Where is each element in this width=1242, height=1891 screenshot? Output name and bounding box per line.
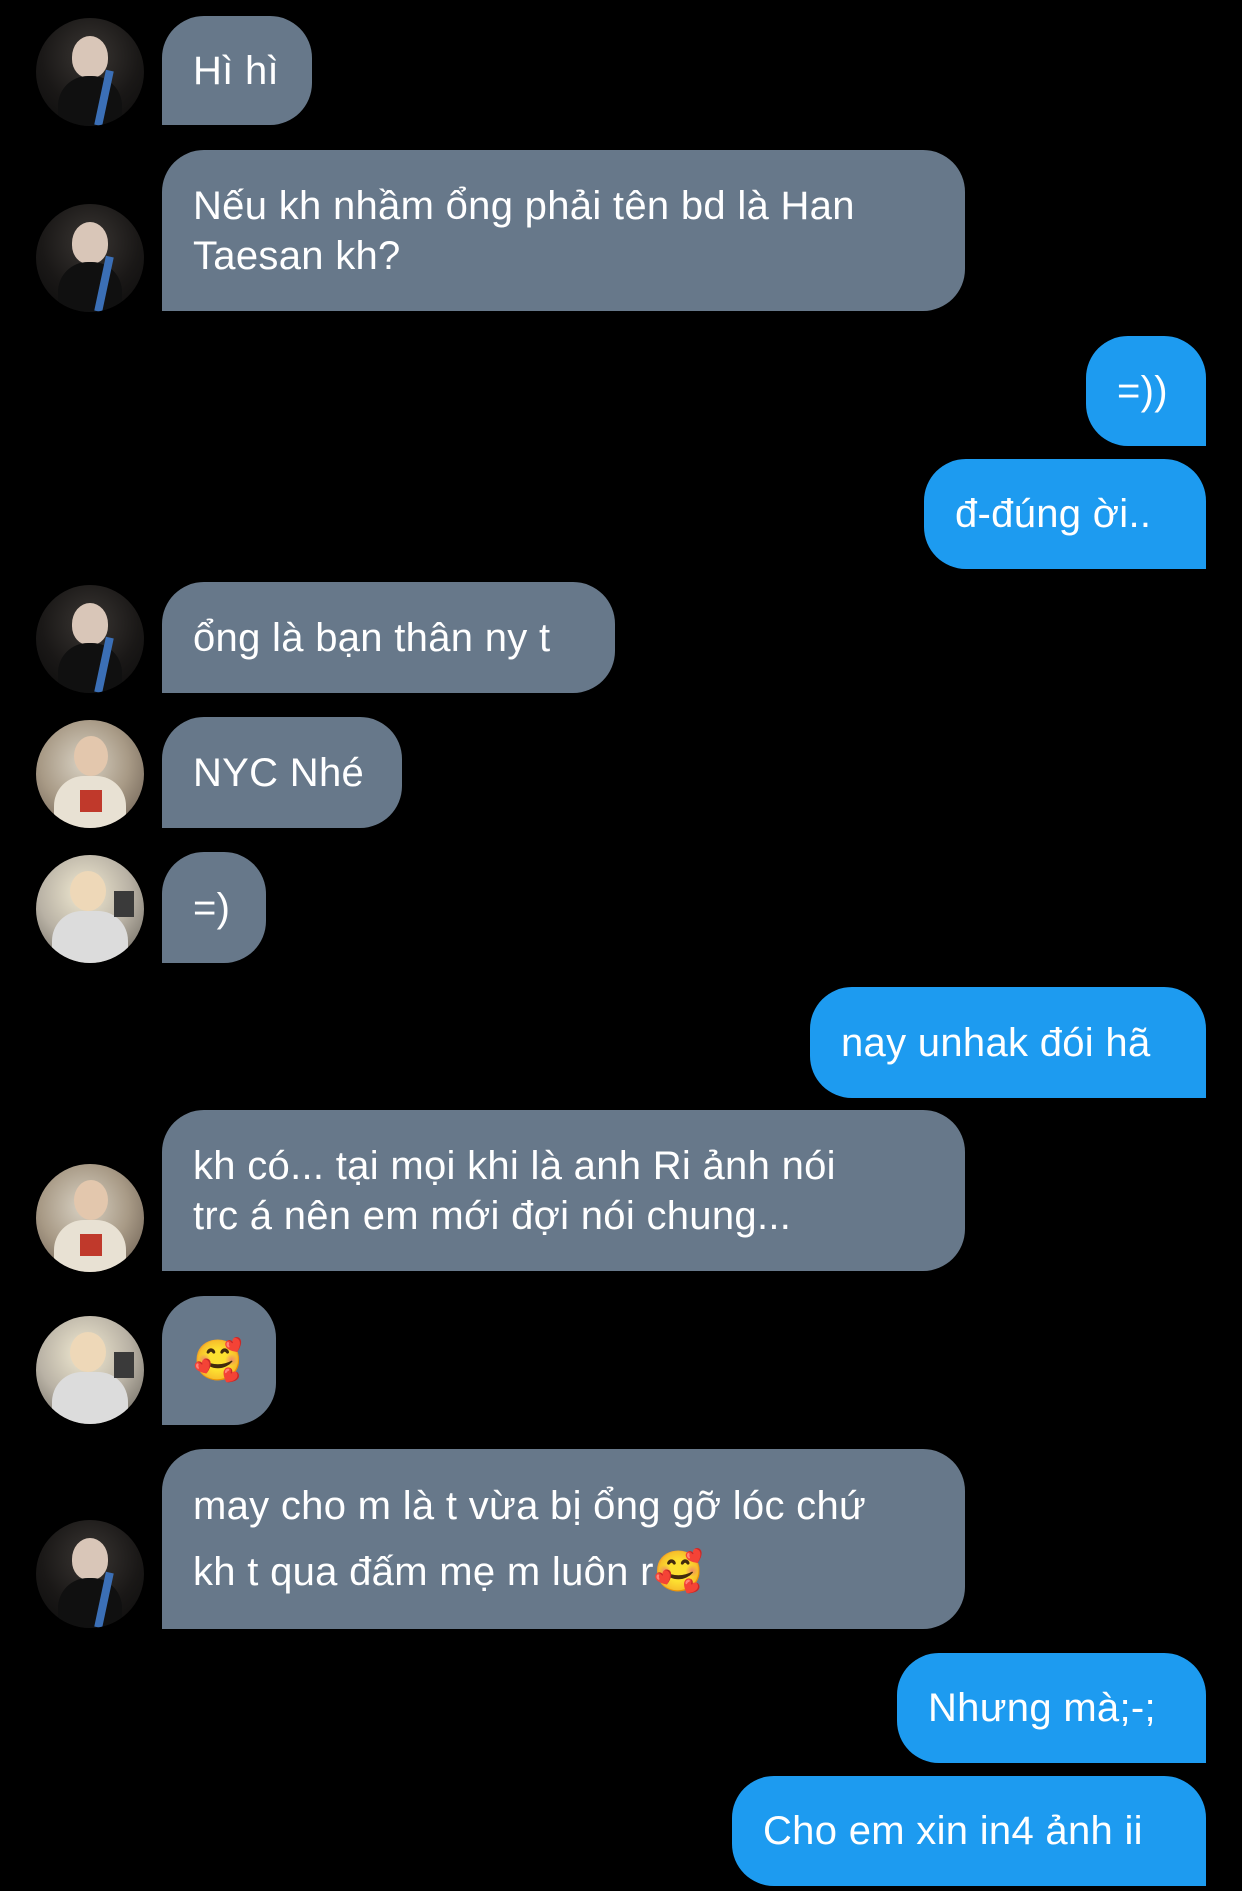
message-bubble[interactable]: may cho m là t vừa bị ổng gỡ lóc chứ kh … [162,1449,965,1629]
message-bubble[interactable]: Cho em xin in4 ảnh ii [732,1776,1206,1886]
message-bubble[interactable]: NYC Nhé [162,717,402,828]
chat-screen: { "conversation": { "messages": [ {"text… [0,0,1242,1891]
message-bubble[interactable]: nay unhak đói hã [810,987,1206,1098]
avatar[interactable] [36,1316,144,1424]
avatar[interactable] [36,18,144,126]
message-bubble[interactable]: Nhưng mà;-; [897,1653,1206,1763]
avatar[interactable] [36,204,144,312]
message-bubble[interactable]: Hì hì [162,16,312,125]
message-bubble[interactable]: =) [162,852,266,963]
message-bubble[interactable]: Nếu kh nhầm ổng phải tên bd là Han Taesa… [162,150,965,311]
avatar[interactable] [36,585,144,693]
message-bubble[interactable]: 🥰 [162,1296,276,1425]
message-bubble[interactable]: ổng là bạn thân ny t [162,582,615,693]
avatar[interactable] [36,1520,144,1628]
message-bubble[interactable]: =)) [1086,336,1206,446]
message-bubble[interactable]: kh có... tại mọi khi là anh Ri ảnh nói t… [162,1110,965,1271]
avatar[interactable] [36,720,144,828]
avatar[interactable] [36,855,144,963]
message-bubble[interactable]: đ-đúng ời.. [924,459,1206,569]
avatar[interactable] [36,1164,144,1272]
